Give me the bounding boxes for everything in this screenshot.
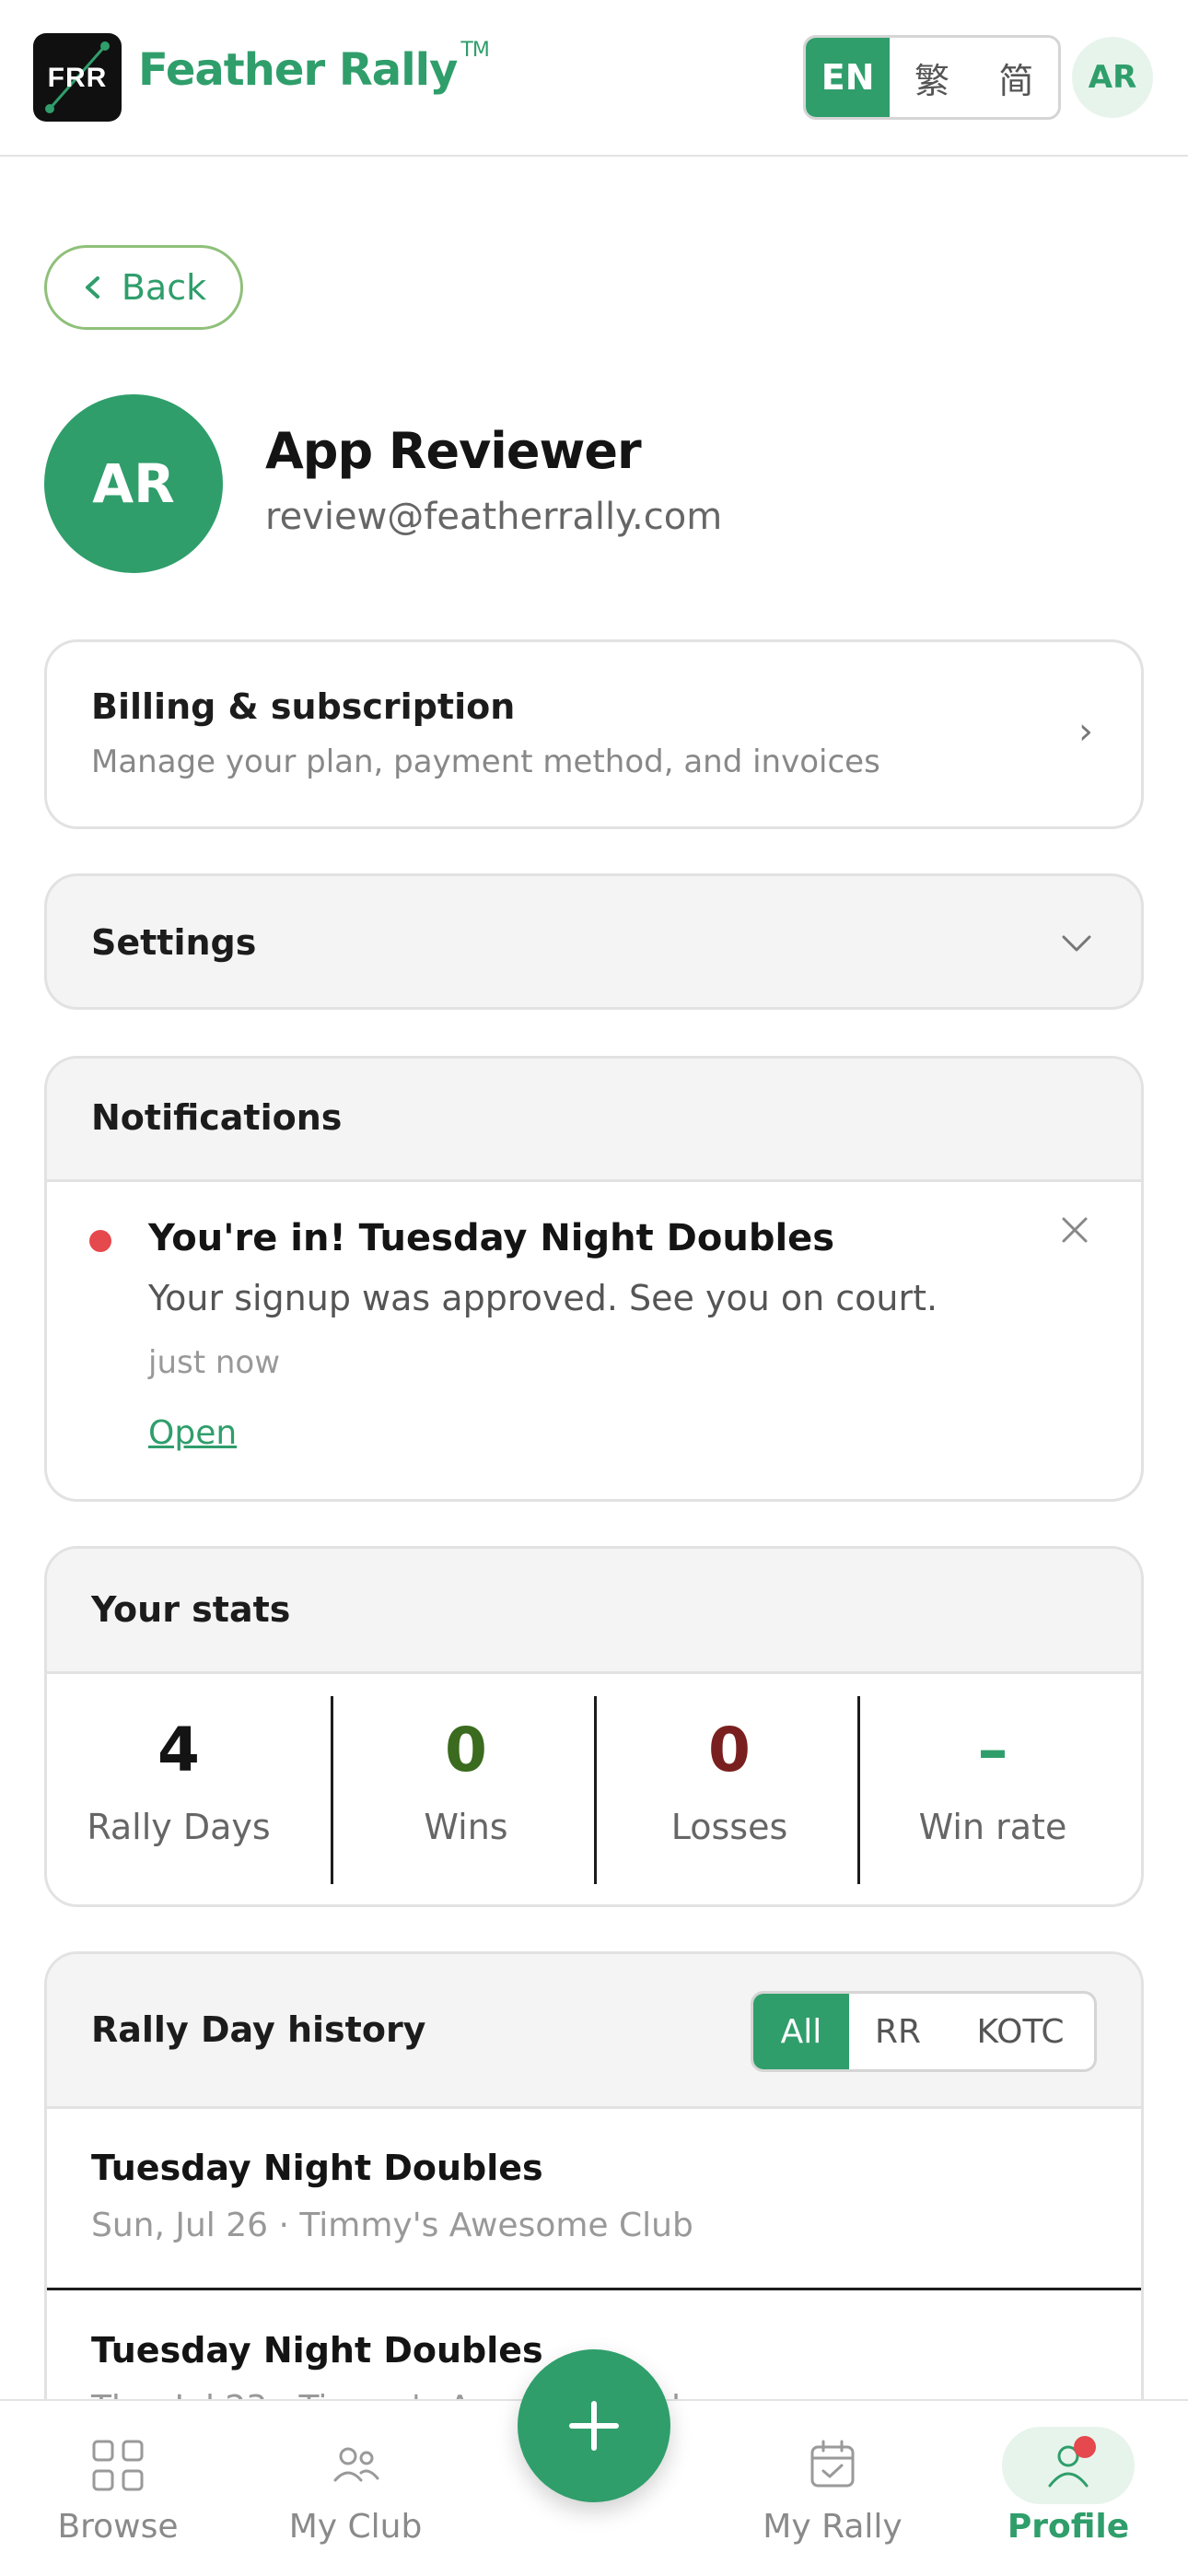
app-header: FRR Feather Rally TM EN 繁 简 AR (0, 0, 1188, 157)
tab-label: My Rally (763, 2508, 903, 2546)
grid-icon (92, 2440, 144, 2491)
logo-text: FRR (47, 63, 108, 93)
plus-icon (569, 2401, 619, 2451)
stat-value: 0 (708, 1715, 751, 1786)
billing-title: Billing & subscription (91, 686, 516, 727)
notifications-header: Notifications (47, 1059, 1141, 1182)
unread-dot (89, 1230, 111, 1252)
stat-win-rate: – Win rate (861, 1696, 1124, 1880)
tab-label: Profile (1007, 2508, 1130, 2546)
settings-title: Settings (91, 922, 257, 963)
stat-rally-days: 4 Rally Days (47, 1696, 310, 1880)
stat-wins: 0 Wins (334, 1696, 598, 1880)
billing-card[interactable]: Billing & subscription Manage your plan,… (44, 639, 1144, 829)
stat-value: 4 (157, 1715, 200, 1786)
filter-all[interactable]: All (753, 1994, 849, 2069)
history-header: Rally Day history All RR KOTC (47, 1954, 1141, 2109)
history-row-title: Tuesday Night Doubles (91, 2330, 543, 2371)
brand-label: Feather Rally (138, 44, 458, 96)
tab-profile[interactable]: Profile (976, 2401, 1160, 2576)
stat-label: Rally Days (87, 1807, 271, 1847)
stat-label: Wins (424, 1807, 508, 1847)
notifications-card: Notifications You're in! Tuesday Night D… (44, 1056, 1144, 1502)
filter-rr[interactable]: RR (849, 1994, 947, 2069)
chevron-down-icon (1062, 935, 1091, 952)
history-title: Rally Day history (91, 2009, 426, 2050)
filter-kotc[interactable]: KOTC (947, 1994, 1094, 2069)
back-label: Back (121, 267, 207, 308)
people-icon (333, 2447, 379, 2482)
stat-divider (331, 1696, 333, 1884)
notification-body: Your signup was approved. See you on cou… (148, 1278, 938, 1318)
language-en[interactable]: EN (806, 38, 891, 117)
notifications-title: Notifications (91, 1097, 343, 1138)
stat-losses: 0 Losses (598, 1696, 861, 1880)
stat-label: Losses (670, 1807, 788, 1847)
stats-card: Your stats 4 Rally Days 0 Wins 0 Losses … (44, 1546, 1144, 1907)
tab-my-rally[interactable]: My Rally (740, 2401, 925, 2576)
chevron-left-icon (85, 276, 99, 299)
history-filter: All RR KOTC (751, 1991, 1097, 2072)
calendar-check-icon (810, 2440, 855, 2488)
back-button[interactable]: Back (44, 245, 243, 330)
notification-title: You're in! Tuesday Night Doubles (148, 1217, 835, 1259)
history-row-subtitle: Sun, Jul 26 · Timmy's Awesome Club (91, 2207, 693, 2244)
header-avatar[interactable]: AR (1072, 37, 1153, 118)
language-simplified-chinese[interactable]: 简 (974, 38, 1058, 117)
close-icon[interactable] (1058, 1213, 1091, 1247)
tab-my-club[interactable]: My Club (263, 2401, 448, 2576)
stat-label: Win rate (918, 1807, 1067, 1847)
trademark: TM (460, 39, 489, 62)
chevron-right-icon: › (1078, 710, 1093, 753)
profile-name: App Reviewer (265, 422, 642, 480)
stat-value: – (977, 1715, 1008, 1786)
stat-divider (594, 1696, 597, 1884)
profile-email: review@featherrally.com (265, 496, 723, 538)
stats-header: Your stats (47, 1549, 1141, 1674)
stats-title: Your stats (91, 1589, 291, 1630)
profile-avatar: AR (44, 394, 223, 573)
notification-open-link[interactable]: Open (148, 1414, 237, 1452)
tab-browse[interactable]: Browse (28, 2401, 208, 2576)
billing-subtitle: Manage your plan, payment method, and in… (91, 744, 880, 780)
app-logo[interactable]: FRR (33, 33, 122, 122)
row-divider (47, 2288, 1141, 2290)
history-row[interactable]: Tuesday Night Doubles Sun, Jul 26 · Timm… (47, 2109, 1141, 2289)
notification-time: just now (148, 1344, 281, 1381)
tab-label: My Club (288, 2508, 423, 2546)
tab-label: Browse (57, 2508, 179, 2546)
language-traditional-chinese[interactable]: 繁 (890, 38, 973, 117)
stat-divider (857, 1696, 860, 1884)
language-switcher: EN 繁 简 (803, 35, 1061, 120)
stat-value: 0 (445, 1715, 487, 1786)
brand-name: Feather Rally TM (138, 39, 490, 96)
create-fab-button[interactable] (518, 2349, 670, 2502)
profile-badge-dot (1074, 2436, 1096, 2458)
settings-accordion[interactable]: Settings (44, 873, 1144, 1010)
history-row-title: Tuesday Night Doubles (91, 2148, 543, 2188)
